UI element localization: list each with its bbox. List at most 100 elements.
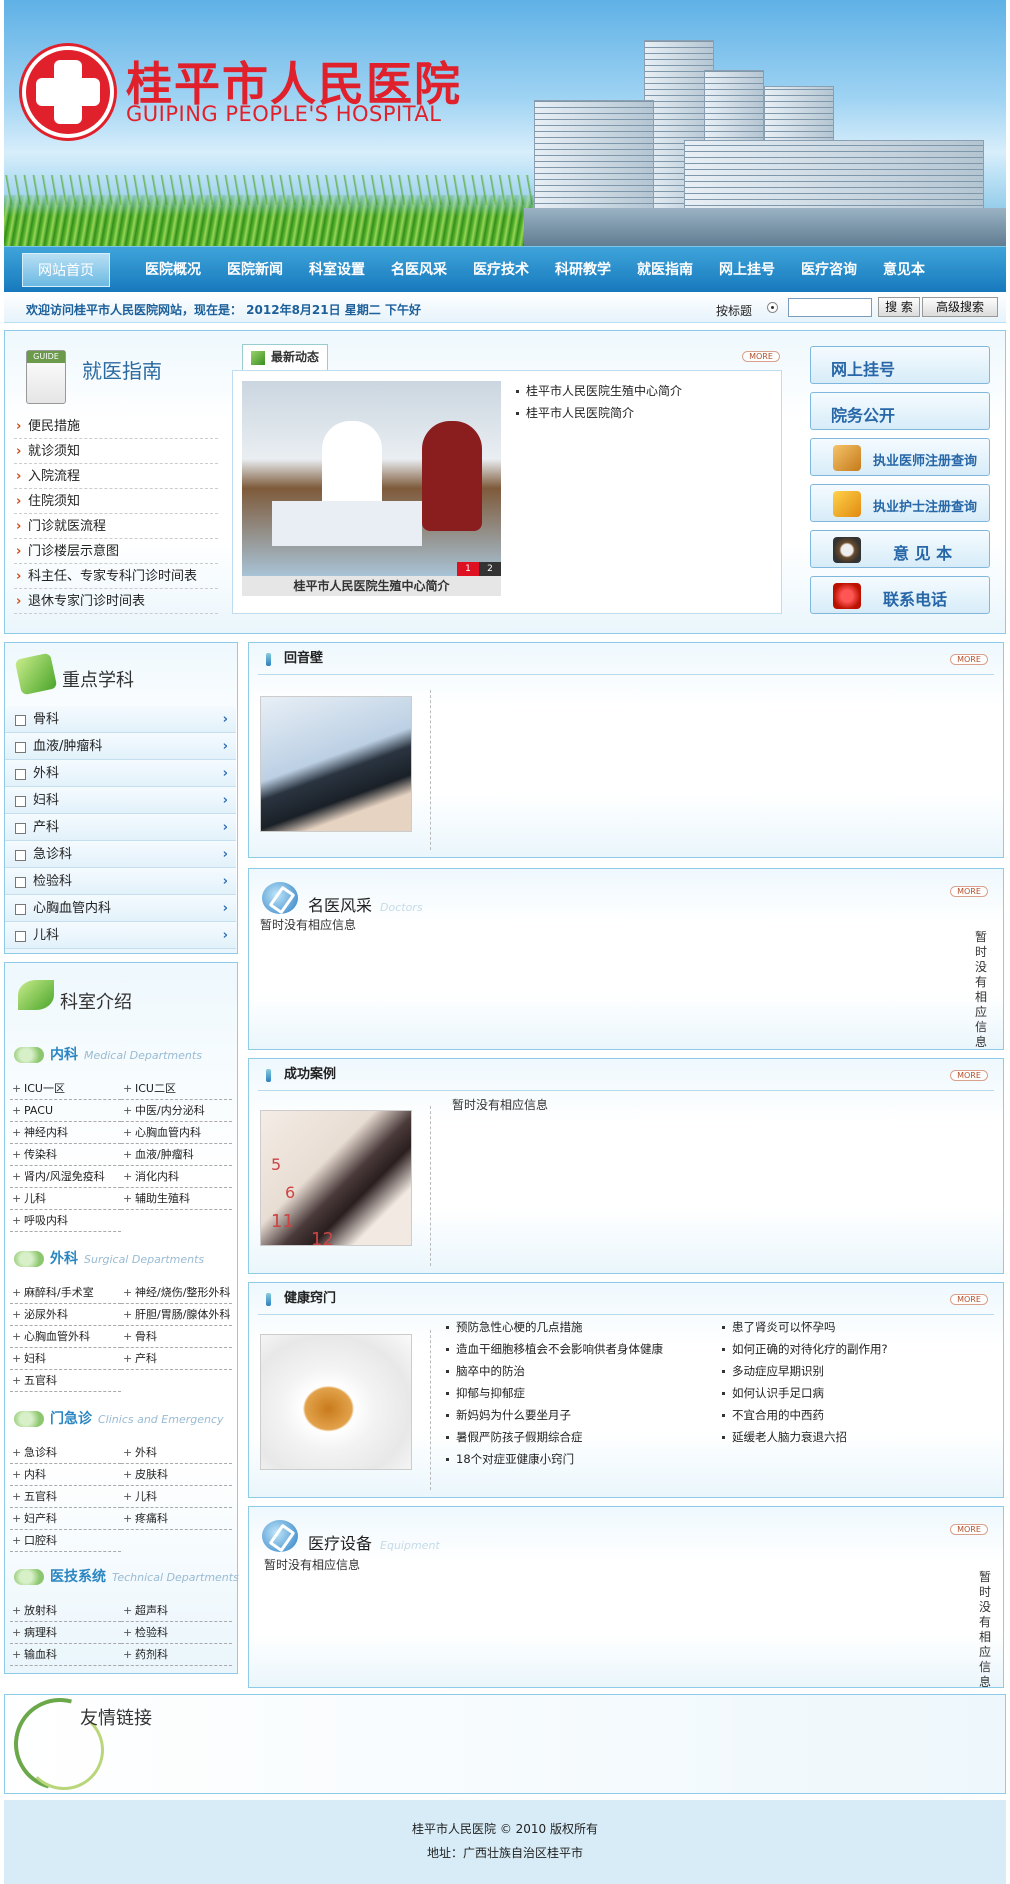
nav-news[interactable]: 医院新闻 [214, 247, 296, 293]
equipment-more-button[interactable]: MORE [950, 1524, 988, 1535]
dept-link[interactable]: 儿科 [10, 1188, 121, 1210]
dept-link[interactable]: 内科 [10, 1464, 121, 1486]
echo-more-button[interactable]: MORE [950, 654, 988, 665]
news-photo[interactable]: 1 2 [242, 381, 501, 576]
search-type-radio[interactable] [767, 302, 778, 313]
key-dept-item[interactable]: 检验科 [5, 868, 236, 895]
health-item[interactable]: 脑卒中的防治 [444, 1360, 663, 1382]
nav-technology[interactable]: 医疗技术 [460, 247, 542, 293]
guide-item[interactable]: 门诊就医流程 [14, 514, 218, 539]
news-item[interactable]: 桂平市人民医院简介 [514, 402, 682, 424]
guide-item[interactable]: 退休专家门诊时间表 [14, 589, 218, 614]
slide-page-2[interactable]: 2 [479, 562, 501, 576]
cases-more-button[interactable]: MORE [950, 1070, 988, 1081]
nav-guide[interactable]: 就医指南 [624, 247, 706, 293]
key-dept-item[interactable]: 急诊科 [5, 841, 236, 868]
dept-link[interactable]: 儿科 [121, 1486, 232, 1508]
dept-link[interactable]: 妇产科 [10, 1508, 121, 1530]
dept-link[interactable]: 麻醉科/手术室 [10, 1282, 121, 1304]
search-button[interactable]: 搜 索 [878, 297, 920, 317]
dept-link[interactable]: 病理科 [10, 1622, 121, 1644]
dept-link[interactable]: 超声科 [121, 1600, 232, 1622]
guide-item[interactable]: 门诊楼层示意图 [14, 539, 218, 564]
dept-link[interactable]: 骨科 [121, 1326, 232, 1348]
dept-link[interactable]: ICU一区 [10, 1078, 121, 1100]
nav-registration[interactable]: 网上挂号 [706, 247, 788, 293]
dept-link[interactable]: 产科 [121, 1348, 232, 1370]
nav-doctors[interactable]: 名医风采 [378, 247, 460, 293]
guide-item[interactable]: 就诊须知 [14, 439, 218, 464]
news-more-button[interactable]: MORE [742, 351, 780, 362]
health-item[interactable]: 多动症应早期识别 [720, 1360, 888, 1382]
nav-home[interactable]: 网站首页 [22, 253, 110, 287]
dept-link[interactable]: 传染科 [10, 1144, 121, 1166]
dept-link[interactable]: 妇科 [10, 1348, 121, 1370]
dept-link[interactable]: 药剂科 [121, 1644, 232, 1666]
health-item[interactable]: 不宜合用的中西药 [720, 1404, 888, 1426]
dept-link[interactable]: 呼吸内科 [10, 1210, 121, 1232]
health-item[interactable]: 延缓老人脑力衰退六招 [720, 1426, 888, 1448]
key-dept-item[interactable]: 心胸血管内科 [5, 895, 236, 922]
feedback-button[interactable]: 意 见 本 [810, 530, 990, 568]
news-photo-caption[interactable]: 桂平市人民医院生殖中心简介 [242, 576, 501, 596]
nav-research[interactable]: 科研教学 [542, 247, 624, 293]
health-item[interactable]: 患了肾炎可以怀孕吗 [720, 1316, 888, 1338]
health-item[interactable]: 抑郁与抑郁症 [444, 1382, 663, 1404]
dept-link[interactable]: 神经内科 [10, 1122, 121, 1144]
news-tab[interactable]: 最新动态 [242, 344, 328, 370]
nav-consult[interactable]: 医疗咨询 [788, 247, 870, 293]
key-dept-item[interactable]: 血液/肿瘤科 [5, 733, 236, 760]
nav-overview[interactable]: 医院概况 [132, 247, 214, 293]
nav-feedback[interactable]: 意见本 [870, 247, 938, 293]
dept-link[interactable]: 肾内/风湿免疫科 [10, 1166, 121, 1188]
online-registration-button[interactable]: 网上挂号 [810, 346, 990, 384]
nav-departments[interactable]: 科室设置 [296, 247, 378, 293]
health-item[interactable]: 造血干细胞移植会不会影响供者身体健康 [444, 1338, 663, 1360]
key-dept-item[interactable]: 产科 [5, 814, 236, 841]
health-item[interactable]: 预防急性心梗的几点措施 [444, 1316, 663, 1338]
dept-link[interactable]: 口腔科 [10, 1530, 121, 1552]
dept-link[interactable]: 心胸血管内科 [121, 1122, 232, 1144]
key-dept-item[interactable]: 妇科 [5, 787, 236, 814]
dept-link[interactable]: 放射科 [10, 1600, 121, 1622]
dept-link[interactable]: PACU [10, 1100, 121, 1122]
dept-link[interactable]: 血液/肿瘤科 [121, 1144, 232, 1166]
guide-item[interactable]: 住院须知 [14, 489, 218, 514]
search-input[interactable] [788, 298, 872, 317]
dept-link[interactable]: 外科 [121, 1442, 232, 1464]
advanced-search-button[interactable]: 高级搜索 [922, 297, 998, 317]
health-item[interactable]: 暑假严防孩子假期综合症 [444, 1426, 663, 1448]
dept-link[interactable]: 输血科 [10, 1644, 121, 1666]
key-dept-item[interactable]: 骨科 [5, 706, 236, 733]
slide-page-1[interactable]: 1 [457, 562, 479, 576]
dept-link[interactable]: 皮肤科 [121, 1464, 232, 1486]
key-dept-item[interactable]: 外科 [5, 760, 236, 787]
nurse-registration-query-button[interactable]: 执业护士注册查询 [810, 484, 990, 522]
doctor-registration-query-button[interactable]: 执业医师注册查询 [810, 438, 990, 476]
news-item[interactable]: 桂平市人民医院生殖中心简介 [514, 380, 682, 402]
doctors-more-button[interactable]: MORE [950, 886, 988, 897]
dept-link[interactable]: 检验科 [121, 1622, 232, 1644]
health-item[interactable]: 如何认识手足口病 [720, 1382, 888, 1404]
health-item[interactable]: 18个对症亚健康小窍门 [444, 1448, 663, 1470]
guide-item[interactable]: 科主任、专家专科门诊时间表 [14, 564, 218, 589]
dept-link[interactable]: 中医/内分泌科 [121, 1100, 232, 1122]
contact-phone-button[interactable]: 联系电话 [810, 576, 990, 614]
dept-link[interactable]: 消化内科 [121, 1166, 232, 1188]
hospital-affairs-button[interactable]: 院务公开 [810, 392, 990, 430]
dept-link[interactable]: 心胸血管外科 [10, 1326, 121, 1348]
health-item[interactable]: 新妈妈为什么要坐月子 [444, 1404, 663, 1426]
dept-link[interactable]: 泌尿外科 [10, 1304, 121, 1326]
guide-item[interactable]: 入院流程 [14, 464, 218, 489]
dept-link[interactable]: 疼痛科 [121, 1508, 232, 1530]
dept-link[interactable]: 神经/烧伤/整形外科 [121, 1282, 232, 1304]
key-dept-item[interactable]: 儿科 [5, 922, 236, 949]
dept-link[interactable]: 辅助生殖科 [121, 1188, 232, 1210]
dept-link[interactable]: ICU二区 [121, 1078, 232, 1100]
dept-link[interactable]: 急诊科 [10, 1442, 121, 1464]
dept-link[interactable]: 肝胆/胃肠/腺体外科 [121, 1304, 232, 1326]
dept-link[interactable]: 五官科 [10, 1370, 121, 1392]
health-more-button[interactable]: MORE [950, 1294, 988, 1305]
guide-item[interactable]: 便民措施 [14, 414, 218, 439]
health-item[interactable]: 如何正确的对待化疗的副作用? [720, 1338, 888, 1360]
